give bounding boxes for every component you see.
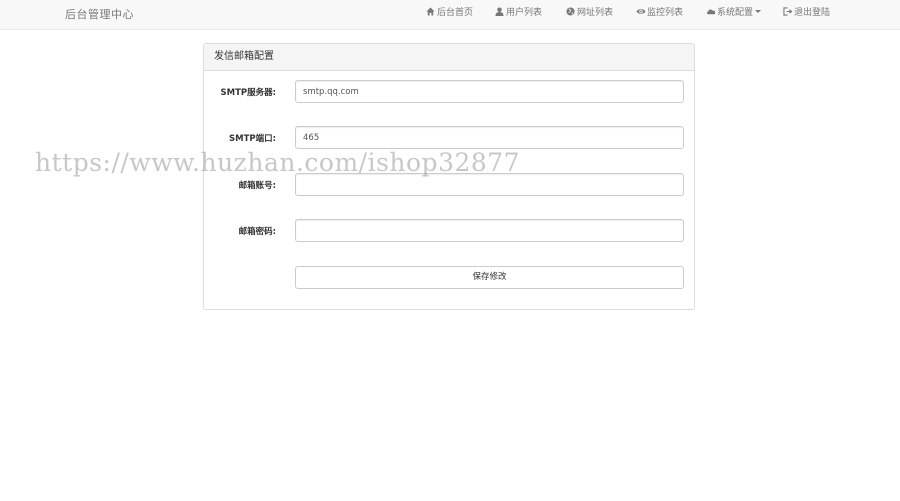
smtp-server-row: SMTP服务器:: [204, 80, 694, 104]
nav-item-home-label: 后台首页: [437, 8, 474, 18]
email-password-input[interactable]: [295, 219, 684, 242]
nav-item-logout[interactable]: 退出登陆: [783, 0, 830, 30]
email-password-row: 邮箱密码:: [204, 219, 694, 243]
smtp-port-input[interactable]: [295, 126, 684, 149]
globe-icon: [566, 1, 575, 16]
email-account-row: 邮箱账号:: [204, 173, 694, 197]
nav-item-urls-label: 网址列表: [577, 8, 614, 18]
nav-item-home[interactable]: 后台首页: [426, 0, 473, 30]
nav-item-settings-dropdown[interactable]: 系统配置: [706, 0, 762, 30]
logout-icon: [783, 1, 793, 16]
nav-item-users-label: 用户列表: [506, 8, 543, 18]
nav-item-monitor[interactable]: 监控列表: [636, 0, 683, 30]
email-password-label: 邮箱密码:: [238, 227, 276, 237]
smtp-server-label: SMTP服务器:: [220, 88, 276, 98]
email-account-label: 邮箱账号:: [238, 181, 276, 191]
eye-icon: [636, 1, 646, 14]
panel-title: 发信邮箱配置: [204, 44, 694, 71]
cloud-icon: [706, 1, 716, 15]
top-navbar: 后台管理中心 后台首页 用户列表 网址列表 监控列表 系统配置 退出登陆: [0, 0, 900, 30]
smtp-port-label: SMTP端口:: [228, 134, 276, 144]
save-button[interactable]: 保存修改: [295, 266, 684, 289]
email-config-panel: 发信邮箱配置 SMTP服务器: SMTP端口: 邮箱账号: 邮箱密码: 保存修改: [203, 43, 695, 310]
nav-item-urls[interactable]: 网址列表: [566, 0, 613, 30]
email-account-input[interactable]: [295, 173, 684, 196]
user-icon: [495, 1, 504, 16]
nav-item-logout-label: 退出登陆: [794, 8, 831, 18]
smtp-server-input[interactable]: [295, 80, 684, 103]
smtp-port-row: SMTP端口:: [204, 126, 694, 150]
brand-title[interactable]: 后台管理中心: [65, 6, 134, 22]
nav-item-monitor-label: 监控列表: [647, 8, 684, 18]
home-icon: [426, 1, 435, 16]
chevron-down-icon: [755, 10, 762, 13]
nav-item-users[interactable]: 用户列表: [495, 0, 542, 30]
nav-item-settings-label: 系统配置: [717, 8, 754, 18]
